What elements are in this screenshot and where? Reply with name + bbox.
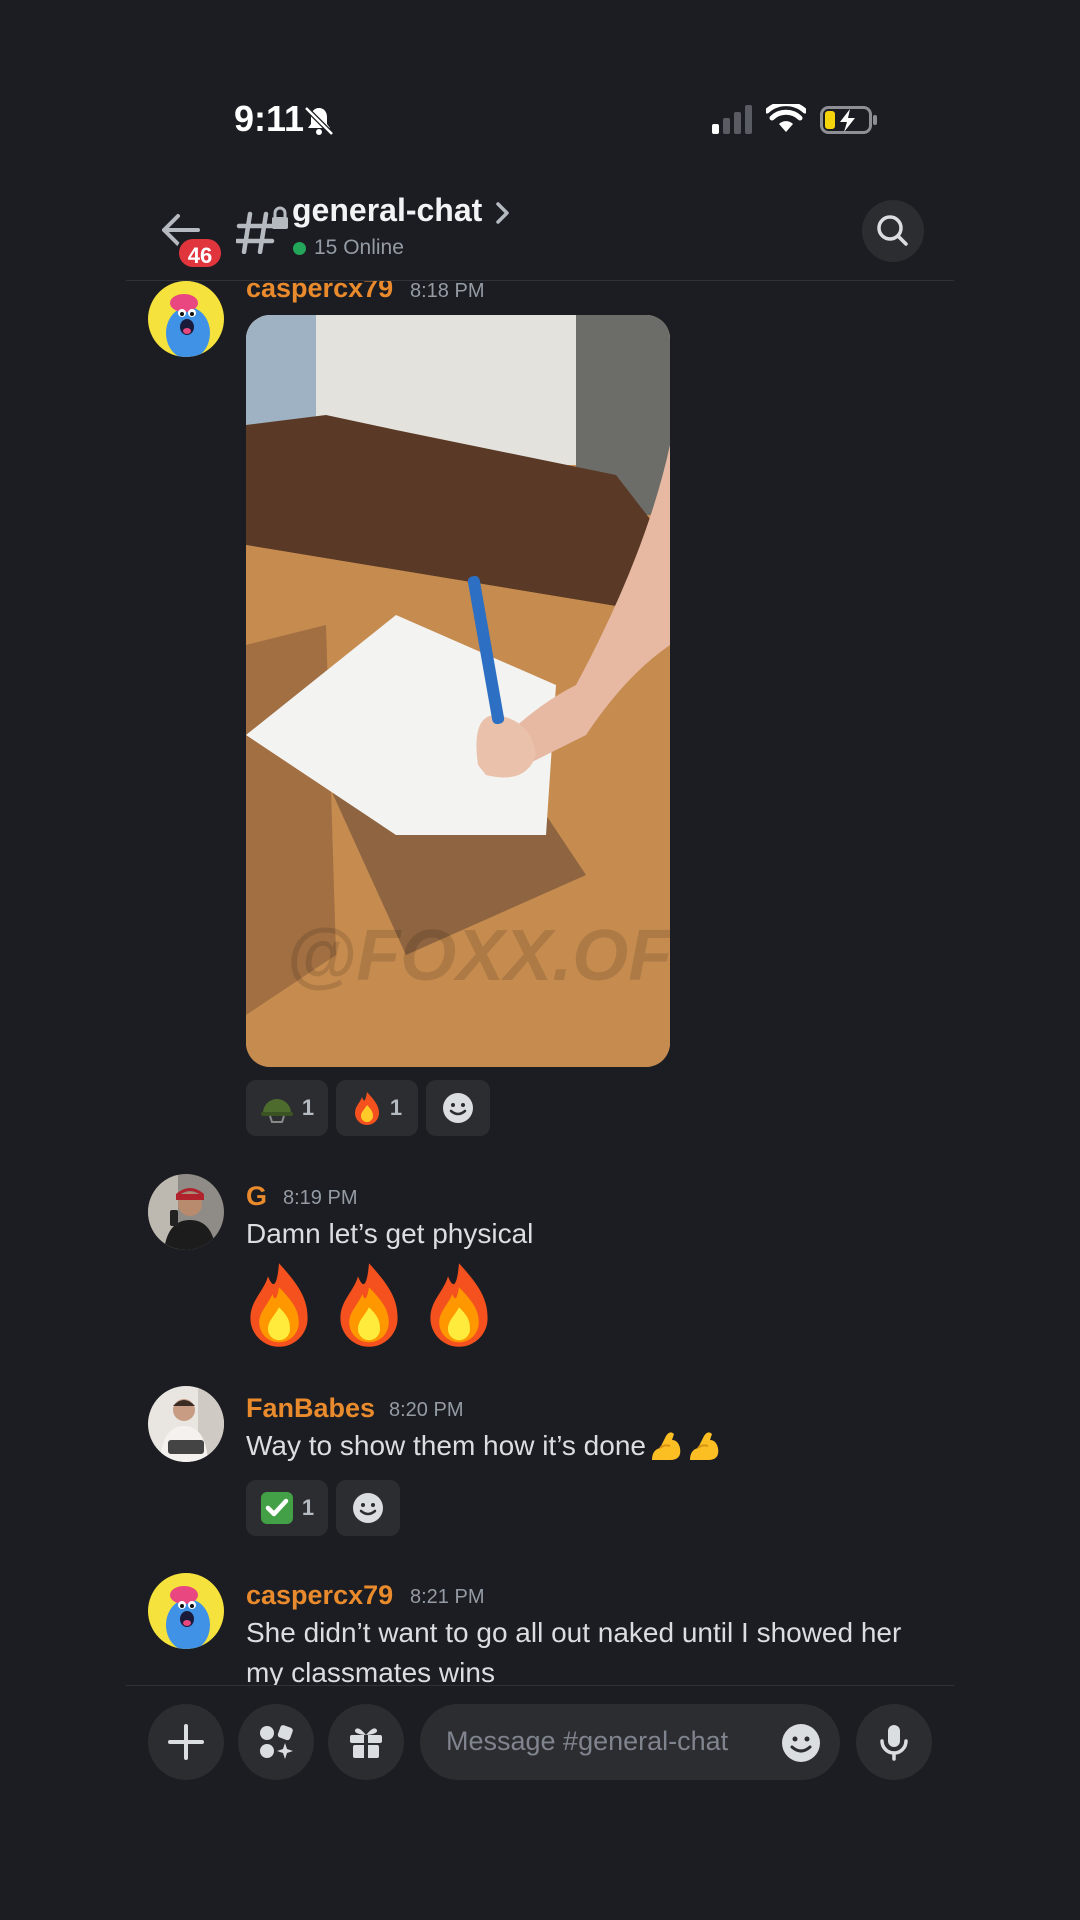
avatar[interactable]: [148, 281, 224, 357]
reaction-fire[interactable]: 1: [336, 1080, 418, 1136]
bell-slash-icon: [304, 106, 334, 136]
big-emoji-row: [246, 1261, 492, 1349]
message-text: Damn let’s get physical: [246, 1218, 534, 1249]
voice-message-button[interactable]: [856, 1704, 932, 1780]
message-timestamp: 8:18 PM: [410, 281, 485, 302]
fire-emoji-icon: [430, 1263, 488, 1347]
helmet-emoji-icon: [260, 1099, 293, 1123]
attach-plus-button[interactable]: [148, 1704, 224, 1780]
composer-divider: [126, 1685, 954, 1686]
message-username[interactable]: FanBabes: [246, 1393, 375, 1424]
add-reaction-icon: [353, 1493, 383, 1523]
emoji-icon: [782, 1724, 820, 1762]
fire-emoji-icon: [250, 1263, 308, 1347]
blue-mascot-avatar-icon: [148, 281, 224, 357]
message-text: Way to show them how it’s done: [246, 1430, 646, 1461]
gift-icon: [350, 1728, 382, 1758]
status-time: 9:11: [234, 98, 305, 139]
reaction-check[interactable]: 1: [246, 1480, 328, 1536]
person-photo-avatar-icon: [148, 1386, 224, 1462]
watermark-text: @FOXX.OFM: [286, 916, 670, 996]
reaction-count: 1: [301, 1495, 315, 1520]
check-mark-button-emoji-icon: [260, 1492, 293, 1524]
gift-button[interactable]: [328, 1704, 404, 1780]
avatar[interactable]: [148, 1573, 224, 1649]
chevron-right-icon[interactable]: [494, 200, 512, 226]
apps-button[interactable]: [238, 1704, 314, 1780]
plus-icon: [168, 1724, 204, 1760]
flexed-biceps-emoji-icon: [689, 1432, 719, 1460]
message-username[interactable]: G: [246, 1181, 267, 1212]
add-reaction-button[interactable]: [336, 1480, 400, 1536]
avatar[interactable]: [148, 1174, 224, 1250]
reaction-count: 1: [389, 1095, 403, 1120]
battery-charging-icon: [820, 106, 877, 134]
avatar[interactable]: [148, 1386, 224, 1462]
reaction-helmet[interactable]: 1: [246, 1080, 328, 1136]
message-timestamp: 8:20 PM: [389, 1399, 464, 1421]
fire-emoji-icon: [354, 1092, 379, 1125]
fire-emoji-icon: [340, 1263, 398, 1347]
photo-attachment-image: @FOXX.OFM: [246, 315, 670, 1067]
message-timestamp: 8:19 PM: [283, 1187, 358, 1209]
reaction-count: 1: [301, 1095, 315, 1120]
online-count: 15 Online: [314, 236, 404, 259]
locked-hash-icon: [236, 206, 288, 254]
emoji-button[interactable]: [780, 1722, 822, 1769]
message-input-placeholder[interactable]: Message #general-chat: [446, 1726, 728, 1757]
message-text: She didn’t want to go all out naked unti…: [246, 1617, 902, 1685]
wifi-icon: [766, 104, 806, 132]
apps-icon: [260, 1725, 293, 1759]
add-reaction-icon: [443, 1093, 473, 1123]
search-button[interactable]: [862, 200, 924, 262]
cellular-signal-icon: [712, 105, 752, 134]
search-icon: [877, 215, 908, 246]
message-username[interactable]: caspercx79: [246, 281, 393, 304]
channel-title[interactable]: general-chat: [292, 192, 482, 229]
add-reaction-button[interactable]: [426, 1080, 490, 1136]
online-status-dot: [293, 242, 306, 255]
message-text-row: Way to show them how it’s done: [246, 1426, 722, 1466]
person-photo-avatar-icon: [148, 1174, 224, 1250]
unread-badge: 46: [176, 236, 224, 270]
message-list[interactable]: caspercx79 8:18 PM @FOXX.OFM 1: [0, 281, 1080, 1685]
message-timestamp: 8:21 PM: [410, 1586, 485, 1608]
flexed-biceps-emoji-icon: [651, 1432, 681, 1460]
photo-attachment[interactable]: @FOXX.OFM: [246, 315, 670, 1067]
blue-mascot-avatar-icon: [148, 1573, 224, 1649]
message-username[interactable]: caspercx79: [246, 1580, 393, 1611]
microphone-icon: [880, 1725, 908, 1761]
